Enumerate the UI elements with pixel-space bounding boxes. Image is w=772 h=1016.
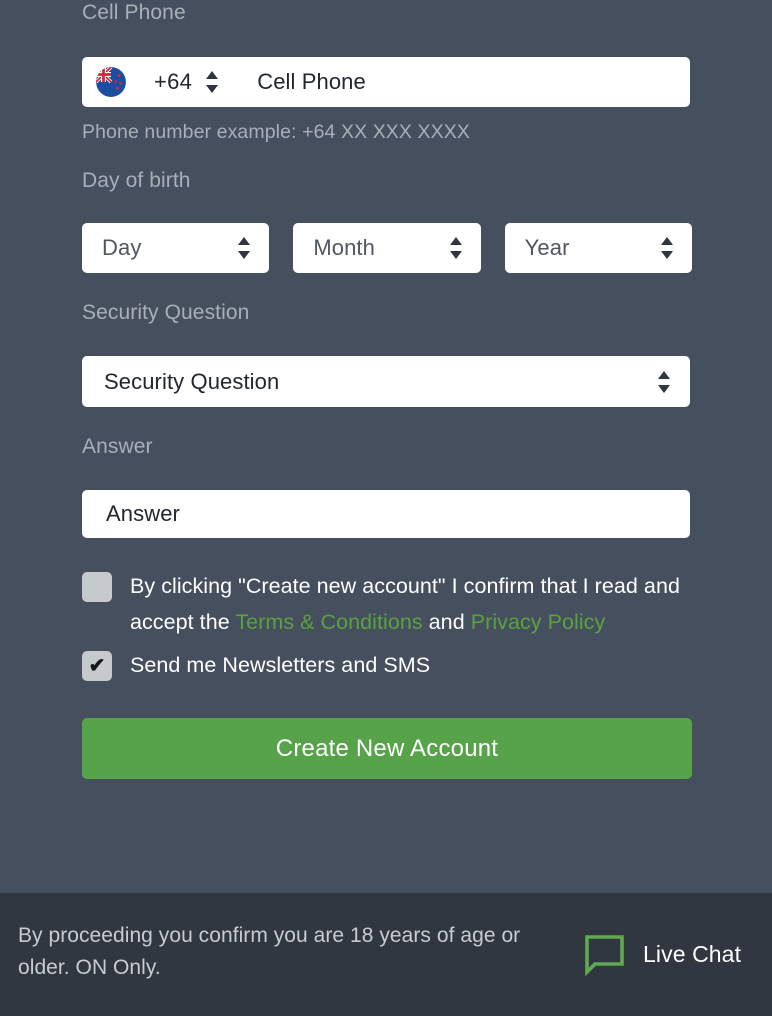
- country-select-chevron-icon[interactable]: [206, 71, 219, 93]
- security-question-select[interactable]: Security Question: [82, 356, 690, 407]
- year-select-chevron-icon: [660, 237, 674, 259]
- terms-consent-text: By clicking "Create new account" I confi…: [130, 568, 690, 640]
- answer-label: Answer: [82, 435, 153, 458]
- day-of-birth-label: Day of birth: [82, 169, 191, 192]
- newsletter-consent-row[interactable]: ✔ Send me Newsletters and SMS: [82, 647, 690, 683]
- dial-code-value: +64: [154, 69, 193, 94]
- age-disclaimer-text: By proceeding you confirm you are 18 yea…: [18, 924, 521, 979]
- newsletter-label: Send me Newsletters and SMS: [130, 653, 431, 677]
- privacy-policy-link[interactable]: Privacy Policy: [471, 610, 606, 634]
- day-select-value: Day: [102, 235, 142, 260]
- security-question-value: Security Question: [104, 368, 280, 394]
- year-select-value: Year: [524, 235, 570, 260]
- chat-bubble-icon: [583, 933, 626, 977]
- terms-checkbox[interactable]: [82, 572, 112, 602]
- terms-and-conditions-link[interactable]: Terms & Conditions: [235, 610, 422, 634]
- live-chat-button[interactable]: Live Chat: [583, 933, 742, 977]
- month-select[interactable]: Month: [293, 223, 481, 273]
- answer-field[interactable]: Answer: [82, 490, 690, 538]
- day-select[interactable]: Day: [82, 223, 270, 273]
- consent-block: By clicking "Create new account" I confi…: [82, 568, 690, 683]
- terms-text-between: and: [422, 610, 471, 634]
- answer-input-value: Answer: [106, 501, 180, 526]
- live-chat-label: Live Chat: [643, 941, 742, 967]
- newsletter-checkbox[interactable]: ✔: [82, 651, 112, 681]
- security-question-chevron-icon: [658, 370, 671, 393]
- security-question-label: Security Question: [82, 301, 250, 324]
- day-of-birth-row: Day Month Year: [82, 223, 692, 273]
- terms-consent-row[interactable]: By clicking "Create new account" I confi…: [82, 568, 690, 640]
- new-zealand-flag-icon: [96, 67, 126, 97]
- month-select-chevron-icon: [449, 237, 463, 259]
- cell-phone-help-text: Phone number example: +64 XX XXX XXXX: [82, 121, 470, 143]
- registration-form: Cell Phone +64 Cell Phone Phone number e…: [0, 0, 772, 893]
- day-select-chevron-icon: [238, 237, 251, 259]
- cell-phone-field-group[interactable]: +64 Cell Phone: [82, 57, 690, 107]
- signup-page: Cell Phone +64 Cell Phone Phone number e…: [0, 0, 772, 1016]
- create-new-account-button[interactable]: Create New Account: [82, 718, 692, 779]
- month-select-value: Month: [313, 235, 375, 260]
- cell-phone-label: Cell Phone: [82, 1, 186, 24]
- year-select[interactable]: Year: [504, 223, 692, 273]
- cell-phone-input[interactable]: Cell Phone: [257, 69, 690, 95]
